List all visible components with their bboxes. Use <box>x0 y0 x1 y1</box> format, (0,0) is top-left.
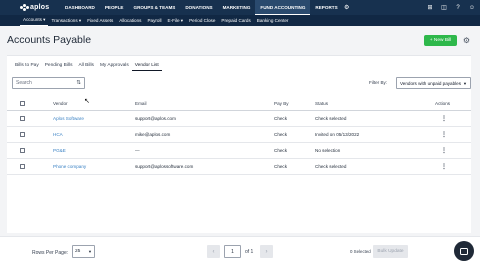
nav-reports[interactable]: REPORTS <box>310 0 342 15</box>
subnav-payroll[interactable]: Payroll <box>144 15 164 26</box>
page-title: Accounts Payable <box>7 34 92 46</box>
select-all-checkbox[interactable] <box>20 101 25 106</box>
user-icon[interactable]: ☺ <box>468 0 476 15</box>
tab-vendor-list[interactable]: Vendor List <box>131 63 162 71</box>
rows-per-page-label: Rows Per Page: <box>32 250 69 256</box>
search-box: ⇅ <box>12 77 85 89</box>
nav-fund-accounting[interactable]: FUND ACCOUNTING <box>255 0 311 15</box>
new-bill-button[interactable]: + New Bill <box>424 35 457 46</box>
row-checkbox[interactable] <box>20 116 25 121</box>
vendor-pay-by: Check <box>274 116 288 121</box>
mouse-cursor-icon: ↖ <box>84 98 90 105</box>
vendor-email: mike@aplos.com <box>135 132 171 137</box>
subnav-e-file[interactable]: E-File ▾ <box>165 15 187 26</box>
col-actions: Actions <box>435 101 451 106</box>
col-vendor[interactable]: Vendor <box>53 97 68 110</box>
filter-sliders-icon[interactable]: ⇅ <box>76 80 81 86</box>
vendor-pay-by: Check <box>274 164 288 169</box>
vendor-pay-by: Check <box>274 148 288 153</box>
subnav-prepaid-cards[interactable]: Prepaid Cards <box>218 15 253 26</box>
nav-donations[interactable]: DONATIONS <box>180 0 217 15</box>
page-settings-gear-icon[interactable]: ⚙ <box>462 36 471 45</box>
subnav-allocations[interactable]: Allocations <box>116 15 144 26</box>
table-row: HCA mike@aplos.com Check Invited on 05/1… <box>7 127 471 143</box>
bill-tabs: Bills to Pay Pending Bills All Bills My … <box>12 63 162 71</box>
nav-people[interactable]: PEOPLE <box>100 0 129 15</box>
table-row: Phone company support@aplossoftware.com … <box>7 159 471 175</box>
vendor-link[interactable]: PG&E <box>53 143 66 158</box>
subnav-fixed-assets[interactable]: Fixed Assets <box>84 15 116 26</box>
vendor-status: Invited on 05/13/2022 <box>315 132 360 137</box>
vendor-email: support@aplossoftware.com <box>135 164 194 169</box>
tab-my-approvals[interactable]: My Approvals <box>97 63 132 71</box>
settings-gear-icon[interactable]: ⚙ <box>343 0 351 15</box>
nav-marketing[interactable]: MARKETING <box>218 0 256 15</box>
selected-count: 0 Selected <box>350 249 371 254</box>
tab-all-bills[interactable]: All Bills <box>75 63 96 71</box>
col-email[interactable]: Email <box>135 97 147 110</box>
filter-by-label: Filter By: <box>369 80 388 85</box>
subnav-period-close[interactable]: Period Close <box>186 15 218 26</box>
search-input[interactable] <box>16 80 72 86</box>
tab-bills-to-pay[interactable]: Bills to Pay <box>12 63 42 71</box>
subnav-transactions[interactable]: Transactions ▾ <box>48 15 84 26</box>
row-checkbox[interactable] <box>20 132 25 137</box>
chevron-down-icon: ▼ <box>463 80 467 86</box>
chat-bubble-icon <box>460 247 468 255</box>
subnav-banking-center[interactable]: Banking Center <box>254 15 292 26</box>
table-row: PG&E — Check No selection ⋮ <box>7 143 471 159</box>
col-pay-by[interactable]: Pay By <box>274 97 289 110</box>
bell-icon[interactable]: ◫ <box>440 0 448 15</box>
page-count-text: of 1 <box>245 249 254 255</box>
logo-mark-icon <box>20 4 29 11</box>
filter-by-select[interactable]: Vendors with unpaid payables ▼ <box>396 77 471 89</box>
nav-groups-teams[interactable]: GROUPS & TEAMS <box>129 0 181 15</box>
vendor-status: No selection <box>315 148 341 153</box>
table-row: Aplos Software support@aplos.com Check C… <box>7 111 471 127</box>
more-actions-icon[interactable]: ⋮ <box>441 111 447 126</box>
vendor-status: Check selected <box>315 116 347 121</box>
bulk-update-button[interactable]: Bulk Update <box>373 245 408 258</box>
chevron-down-icon: ▼ <box>88 249 92 254</box>
vendor-link[interactable]: HCA <box>53 127 63 142</box>
chat-support-button[interactable] <box>454 241 474 261</box>
vendor-email: — <box>135 148 140 153</box>
more-actions-icon[interactable]: ⋮ <box>441 127 447 142</box>
vendor-link[interactable]: Phone company <box>53 159 86 174</box>
next-page-button[interactable]: › <box>260 245 273 258</box>
subnav-accounts[interactable]: Accounts ▾ <box>20 15 49 26</box>
vendor-list-panel: Bills to Pay Pending Bills All Bills My … <box>7 55 471 233</box>
more-actions-icon[interactable]: ⋮ <box>441 159 447 174</box>
nav-dashboard[interactable]: DASHBOARD <box>60 0 100 15</box>
vendor-email: support@aplos.com <box>135 116 176 121</box>
more-actions-icon[interactable]: ⋮ <box>441 143 447 158</box>
vendor-pay-by: Check <box>274 132 288 137</box>
row-checkbox[interactable] <box>20 164 25 169</box>
prev-page-button[interactable]: ‹ <box>207 245 220 258</box>
help-icon[interactable]: ? <box>454 0 462 15</box>
top-navigation: aplos DASHBOARD PEOPLE GROUPS & TEAMS DO… <box>0 0 480 15</box>
add-icon[interactable]: ⊞ <box>426 0 434 15</box>
logo-text: aplos <box>30 4 50 11</box>
page-number-input[interactable]: 1 <box>224 245 241 258</box>
aplos-logo[interactable]: aplos <box>20 4 54 11</box>
col-status[interactable]: Status <box>315 97 328 110</box>
rows-per-page-select[interactable]: 25 ▼ <box>72 245 95 258</box>
table-header: Vendor Email Pay By Status Actions <box>7 97 471 111</box>
row-checkbox[interactable] <box>20 148 25 153</box>
vendor-link[interactable]: Aplos Software <box>53 111 84 126</box>
vendor-status: Check selected <box>315 164 347 169</box>
filter-by-value: Vendors with unpaid payables <box>400 80 462 86</box>
pagination-footer: Rows Per Page: 25 ▼ ‹ 1 of 1 › 0 Selecte… <box>0 236 480 270</box>
tab-pending-bills[interactable]: Pending Bills <box>42 63 76 71</box>
rows-per-page-value: 25 <box>75 249 81 254</box>
sub-navigation: Accounts ▾ Transactions ▾ Fixed Assets A… <box>0 15 480 26</box>
